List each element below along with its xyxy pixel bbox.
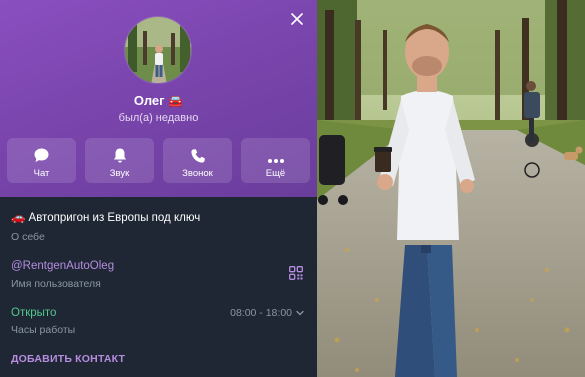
more-icon	[267, 159, 284, 163]
avatar[interactable]	[124, 16, 192, 84]
car-emoji-icon: 🚗	[11, 212, 26, 224]
bio-caption: О себе	[11, 231, 45, 243]
call-button[interactable]: Звонок	[163, 138, 232, 183]
bell-icon	[113, 148, 126, 163]
car-emoji: 🚘	[168, 94, 184, 108]
hours-caption: Часы работы	[11, 324, 76, 336]
chevron-down-icon	[296, 310, 304, 316]
sound-button[interactable]: Звук	[85, 138, 154, 183]
sound-label: Звук	[109, 168, 130, 179]
close-icon	[291, 13, 303, 25]
call-label: Звонок	[182, 168, 213, 179]
avatar-image	[125, 17, 191, 83]
username-link[interactable]: @RentgenAutoOleg	[11, 260, 114, 272]
username-caption: Имя пользователя	[11, 278, 101, 290]
profile-header: Олег 🚘 был(а) недавно Чат Звук Звонок Ещ…	[0, 0, 317, 197]
chat-button[interactable]: Чат	[7, 138, 76, 183]
chat-label: Чат	[33, 168, 50, 179]
chat-icon	[34, 148, 49, 162]
open-status: Открыто	[11, 307, 57, 319]
profile-photo[interactable]	[317, 0, 585, 377]
bio-value: Автопригон из Европы под ключ	[28, 212, 201, 224]
business-hours: 08:00 - 18:00	[230, 307, 292, 319]
more-label: Ещё	[265, 168, 286, 179]
profile-name: Олег 🚘	[0, 93, 317, 108]
phone-icon	[190, 149, 205, 163]
profile-info: 🚗 Автопригон из Европы под ключ О себе @…	[0, 197, 317, 377]
profile-panel: Олег 🚘 был(а) недавно Чат Звук Звонок Ещ…	[0, 0, 317, 377]
qr-code-icon[interactable]	[289, 266, 303, 280]
action-buttons: Чат Звук Звонок Ещё	[7, 138, 310, 183]
close-button[interactable]	[287, 9, 307, 29]
bio-text: 🚗 Автопригон из Европы под ключ	[11, 210, 200, 224]
profile-photo-image	[317, 0, 585, 377]
business-hours-toggle[interactable]: 08:00 - 18:00	[230, 307, 304, 319]
more-button[interactable]: Ещё	[241, 138, 310, 183]
profile-name-text: Олег	[133, 93, 165, 108]
add-contact-button[interactable]: ДОБАВИТЬ КОНТАКТ	[11, 353, 125, 365]
last-seen-status: был(а) недавно	[118, 112, 199, 124]
